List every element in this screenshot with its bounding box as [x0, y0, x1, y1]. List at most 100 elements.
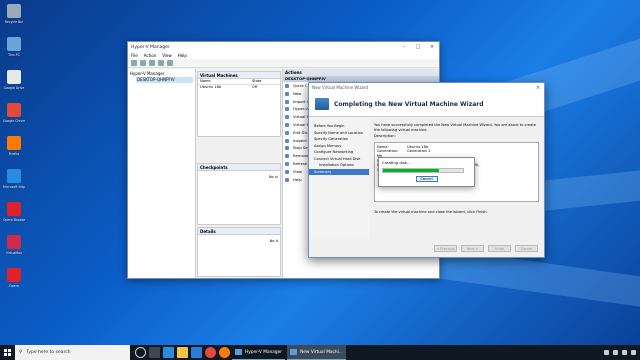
checkpoints-pane: Checkpoints No vi — [197, 163, 281, 225]
wizard-step[interactable]: Summary — [309, 168, 369, 175]
progress-title: Creating disk... — [382, 160, 411, 165]
menu-file[interactable]: File — [131, 53, 138, 58]
desktop-icon-label: Opera — [9, 284, 19, 288]
wizard-title-bar[interactable]: New Virtual Machine Wizard × — [309, 83, 544, 92]
desktop-icon[interactable]: VirtualBox — [3, 235, 25, 265]
actions-title: Actions — [283, 69, 439, 76]
taskbar-search[interactable]: ⚲ Type here to search — [15, 345, 130, 360]
taskbar: ⚲ Type here to search Hyper-V Manager Ne… — [0, 345, 640, 360]
progress-fill — [383, 169, 439, 172]
col-state[interactable]: State — [252, 79, 262, 84]
window-title: Hyper-V Manager — [131, 44, 170, 50]
taskbar-app-wizard[interactable]: New Virtual Machi... — [287, 345, 346, 360]
chrome-icon[interactable] — [205, 347, 216, 358]
previous-button[interactable]: < Previous — [434, 244, 457, 252]
checkpoints-pane-title: Checkpoints — [198, 164, 280, 171]
desktop-icon-label: Recycle Bin — [4, 20, 24, 24]
desktop-icons: Recycle Bin This PC Google Drive Google Chr… — [0, 0, 26, 345]
details-pane: Details No it — [197, 227, 281, 277]
progress-cancel-button[interactable]: Cancel — [415, 176, 438, 182]
menu-action[interactable]: Action — [144, 53, 157, 58]
desktop-icon[interactable]: Google Chrome — [3, 103, 25, 133]
progress-bar — [382, 168, 464, 173]
vms-pane: Virtual Machines Name State Ubuntu 18b O… — [197, 71, 281, 137]
vms-pane-title: Virtual Machines — [198, 72, 280, 79]
windows-icon — [4, 349, 11, 356]
desktop-icon-label: Google Drive — [3, 86, 25, 90]
desktop-icon[interactable]: Microsoft Edge — [3, 169, 25, 199]
details-empty: No it — [269, 239, 278, 243]
details-pane-title: Details — [198, 228, 280, 235]
close-icon[interactable]: × — [425, 44, 439, 50]
desktop-icon-label: Opera Browser — [3, 218, 25, 222]
app-icon — [7, 202, 21, 216]
description-label: Description: — [374, 134, 396, 139]
firefox-icon[interactable] — [219, 347, 230, 358]
edge-icon[interactable] — [163, 347, 174, 358]
col-name[interactable]: Name — [198, 79, 252, 84]
navigation-tree: Hyper-V Manager DESKTOP-QHNPFIV — [128, 69, 196, 278]
desktop-icon[interactable]: Firefox — [3, 136, 25, 166]
maximize-icon[interactable]: □ — [411, 44, 425, 50]
chevron-up-icon[interactable] — [604, 350, 609, 355]
taskbar-app-label: Hyper-V Manager — [245, 349, 283, 355]
wizard-icon — [290, 349, 298, 355]
desktop-icon[interactable]: This PC — [3, 37, 25, 67]
volume-icon[interactable] — [622, 350, 627, 355]
menu-help[interactable]: Help — [178, 53, 187, 58]
desktop-icon[interactable]: Opera — [3, 268, 25, 298]
tree-host[interactable]: DESKTOP-QHNPFIV — [136, 77, 193, 83]
desktop-icon[interactable]: Opera Browser — [3, 202, 25, 232]
desktop-icon[interactable]: Google Drive — [3, 70, 25, 100]
help-icon[interactable] — [167, 60, 173, 66]
wizard-logo-icon — [315, 98, 329, 110]
menu-bar: File Action View Help — [128, 52, 439, 59]
desktop-icon-label: Firefox — [8, 152, 20, 156]
desktop-icon-label: Google Chrome — [3, 119, 25, 123]
cancel-button[interactable]: Cancel — [515, 244, 538, 252]
store-icon[interactable] — [191, 347, 202, 358]
desktop-icon-label: VirtualBox — [5, 251, 23, 255]
checkpoints-empty: No vi — [268, 175, 278, 179]
app-icon — [7, 235, 21, 249]
wizard-intro: You have successfully completed the New … — [374, 123, 536, 132]
cortana-icon[interactable] — [135, 347, 146, 358]
vm-state: Off — [252, 85, 258, 89]
table-row[interactable]: Ubuntu 18b Off — [198, 85, 280, 90]
taskbar-app-label: New Virtual Machi... — [300, 349, 343, 355]
app-icon — [7, 37, 21, 51]
app-icon — [7, 103, 21, 117]
start-button[interactable] — [0, 345, 15, 360]
creating-disk-dialog[interactable]: Creating disk... Cancel — [378, 157, 475, 187]
wizard-heading: Completing the New Virtual Machine Wizar… — [334, 100, 484, 108]
hyperv-title-bar[interactable]: Hyper-V Manager – □ × — [128, 42, 439, 52]
next-button[interactable]: Next > — [461, 244, 484, 252]
up-icon[interactable] — [149, 60, 155, 66]
forward-icon[interactable] — [140, 60, 146, 66]
finish-button[interactable]: Finish — [488, 244, 511, 252]
taskbar-app-hyperv[interactable]: Hyper-V Manager — [232, 345, 286, 360]
search-placeholder: Type here to search — [26, 350, 71, 355]
wizard-steps: Before You Begin Specify Name and Locatio… — [309, 118, 369, 239]
network-icon[interactable] — [613, 350, 618, 355]
app-icon — [7, 268, 21, 282]
desktop-icon-label: This PC — [8, 53, 20, 57]
app-icon — [7, 70, 21, 84]
desktop-icon[interactable]: Recycle Bin — [3, 4, 25, 34]
app-icon — [7, 169, 21, 183]
description-value: Generation 2 — [407, 149, 431, 154]
back-icon[interactable] — [131, 60, 137, 66]
vm-name: Ubuntu 18b — [200, 85, 222, 89]
finish-note: To create the virtual machine and close … — [374, 209, 488, 214]
notification-icon[interactable] — [631, 350, 636, 355]
minimize-icon[interactable]: – — [397, 44, 411, 50]
toolbar — [128, 59, 439, 68]
close-icon[interactable]: × — [532, 85, 544, 91]
task-view-icon[interactable] — [149, 347, 160, 358]
wizard-title: New Virtual Machine Wizard — [312, 85, 368, 90]
desktop-icon-label: Microsoft Edge — [3, 185, 25, 189]
search-icon: ⚲ — [19, 350, 23, 355]
menu-view[interactable]: View — [162, 53, 172, 58]
file-explorer-icon[interactable] — [177, 347, 188, 358]
properties-icon[interactable] — [158, 60, 164, 66]
